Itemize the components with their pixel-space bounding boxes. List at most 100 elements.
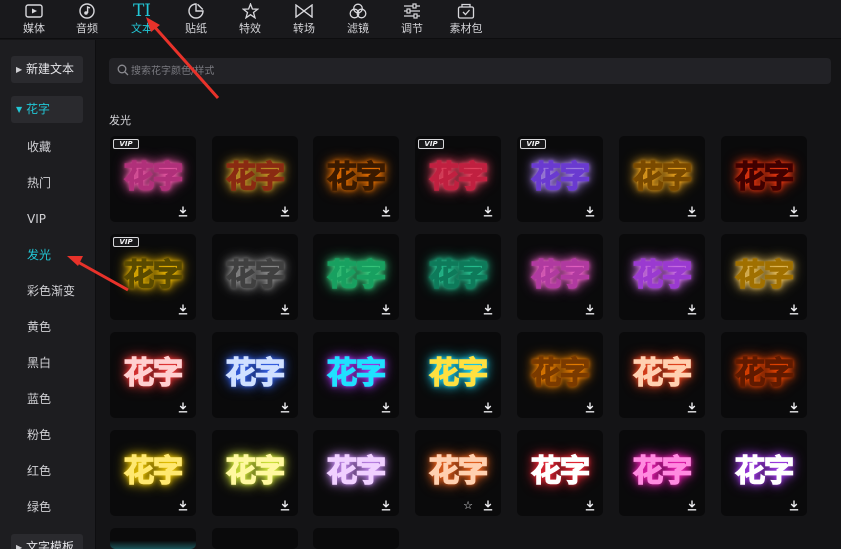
sidebar-item-yellow[interactable]: 黄色 <box>27 317 51 337</box>
fancy-text-tile[interactable]: 花字 <box>110 332 196 418</box>
fancy-text-tile[interactable]: 花字 <box>619 332 705 418</box>
fancy-text-tile[interactable]: 花字 <box>415 332 501 418</box>
tab-text[interactable]: TI 文本 <box>118 0 166 39</box>
fancy-text-tile[interactable]: 花字 <box>212 332 298 418</box>
sidebar-item-favorites[interactable]: 收藏 <box>27 137 51 157</box>
fancy-text-preview: 花字 <box>734 453 795 490</box>
download-icon[interactable] <box>789 304 799 315</box>
sidebar-item-green[interactable]: 绿色 <box>27 497 51 517</box>
download-icon[interactable] <box>687 206 697 217</box>
sidebar-item-vip[interactable]: VIP <box>27 209 46 229</box>
sidebar-item-color-gradient[interactable]: 彩色渐变 <box>27 281 75 301</box>
fancy-text-tile[interactable]: 花字 <box>212 136 298 222</box>
sidebar-item-glow[interactable]: 发光 <box>27 245 51 265</box>
download-icon[interactable] <box>280 402 290 413</box>
fancy-text-tile[interactable]: 花字 <box>110 430 196 516</box>
sidebar-item-black-white[interactable]: 黑白 <box>27 353 51 373</box>
fancy-text-tile[interactable]: 花字 VIP <box>415 136 501 222</box>
download-icon[interactable] <box>687 500 697 511</box>
fancy-text-preview: 花字 <box>225 453 286 490</box>
fancy-text-preview: 花字 <box>326 453 387 490</box>
tab-filter[interactable]: 滤镜 <box>334 0 382 39</box>
sidebar-item-blue[interactable]: 蓝色 <box>27 389 51 409</box>
download-icon[interactable] <box>381 304 391 315</box>
fancy-text-tile[interactable]: 花字 <box>721 430 807 516</box>
download-icon[interactable] <box>483 206 493 217</box>
download-icon[interactable] <box>381 402 391 413</box>
fancy-text-tile[interactable]: 花字 VIP <box>110 136 196 222</box>
fancy-text-tile[interactable]: 花字 <box>212 234 298 320</box>
fancy-text-tile[interactable]: 花字 <box>212 430 298 516</box>
sidebar-item-red[interactable]: 红色 <box>27 461 51 481</box>
fancy-text-tile[interactable]: 花字 <box>619 430 705 516</box>
download-icon[interactable] <box>789 500 799 511</box>
fancy-text-tile[interactable]: 花字 <box>517 332 603 418</box>
fancy-text-tile[interactable] <box>313 528 399 549</box>
download-icon[interactable] <box>178 206 188 217</box>
text-template-category[interactable]: ▶ 文字模板 <box>11 534 83 549</box>
adjust-icon <box>388 0 436 22</box>
fancy-text-preview: 花字 <box>123 257 184 294</box>
fancy-text-preview: 花字 <box>632 453 693 490</box>
download-icon[interactable] <box>178 402 188 413</box>
tab-sticker[interactable]: 贴纸 <box>172 0 220 39</box>
download-icon[interactable] <box>483 402 493 413</box>
fancy-text-tile[interactable]: 花字 <box>517 430 603 516</box>
category-sidebar: ▶ 新建文本 ▼ 花字 收藏 热门 VIP 发光 彩色渐变 黄色 黑白 蓝色 粉… <box>0 40 96 549</box>
download-icon[interactable] <box>178 304 188 315</box>
fancy-text-tile[interactable]: 花字 <box>619 234 705 320</box>
fancy-text-tile[interactable]: 花字 <box>415 234 501 320</box>
download-icon[interactable] <box>789 402 799 413</box>
tab-material-pack[interactable]: 素材包 <box>442 0 490 39</box>
caret-right-icon: ▶ <box>16 65 23 74</box>
fancy-text-tile[interactable] <box>212 528 298 549</box>
download-icon[interactable] <box>381 500 391 511</box>
fancy-text-preview: 花字 <box>530 257 591 294</box>
tab-adjust[interactable]: 调节 <box>388 0 436 39</box>
download-icon[interactable] <box>585 206 595 217</box>
fancy-text-tile[interactable]: 花字 <box>721 332 807 418</box>
fancy-text-tile[interactable]: 花字 <box>313 332 399 418</box>
tab-media[interactable]: 媒体 <box>10 0 58 39</box>
fancy-text-tile[interactable]: 花字 <box>313 136 399 222</box>
fancy-text-tile[interactable]: 花字 VIP <box>110 234 196 320</box>
tab-transition[interactable]: 转场 <box>280 0 328 39</box>
download-icon[interactable] <box>585 500 595 511</box>
download-icon[interactable] <box>280 500 290 511</box>
sidebar-item-hot[interactable]: 热门 <box>27 173 51 193</box>
fancy-text-tile[interactable]: 花字 <box>619 136 705 222</box>
download-icon[interactable] <box>280 206 290 217</box>
download-icon[interactable] <box>585 304 595 315</box>
fancy-text-preview: 花字 <box>734 257 795 294</box>
new-text-button[interactable]: ▶ 新建文本 <box>11 56 83 83</box>
fancy-text-tile[interactable]: 花字 <box>517 234 603 320</box>
fancy-text-tile[interactable]: 花字 <box>313 430 399 516</box>
fancy-text-tile[interactable]: 花字 ☆ <box>415 430 501 516</box>
download-icon[interactable] <box>483 500 493 511</box>
download-icon[interactable] <box>178 500 188 511</box>
fancy-text-tile[interactable] <box>110 528 196 549</box>
download-icon[interactable] <box>687 402 697 413</box>
download-icon[interactable] <box>280 304 290 315</box>
fancy-text-tile[interactable]: 花字 <box>313 234 399 320</box>
fancy-text-preview: 花字 <box>225 257 286 294</box>
download-icon[interactable] <box>483 304 493 315</box>
download-icon[interactable] <box>381 206 391 217</box>
fancy-text-category[interactable]: ▼ 花字 <box>11 96 83 123</box>
fancy-text-preview: 花字 <box>632 355 693 392</box>
search-input[interactable] <box>131 58 821 84</box>
fancy-text-preview: 花字 <box>326 257 387 294</box>
favorite-star-icon[interactable]: ☆ <box>463 500 473 511</box>
fancy-text-tile[interactable]: 花字 <box>721 136 807 222</box>
vip-badge: VIP <box>113 237 139 247</box>
tab-audio[interactable]: 音频 <box>63 0 111 39</box>
download-icon[interactable] <box>585 402 595 413</box>
download-icon[interactable] <box>687 304 697 315</box>
search-bar[interactable] <box>109 58 831 84</box>
fancy-text-tile[interactable]: 花字 <box>721 234 807 320</box>
fancy-text-tile[interactable]: 花字 VIP <box>517 136 603 222</box>
new-text-label: 新建文本 <box>26 62 75 76</box>
sidebar-item-pink[interactable]: 粉色 <box>27 425 51 445</box>
download-icon[interactable] <box>789 206 799 217</box>
tab-effects[interactable]: 特效 <box>226 0 274 39</box>
